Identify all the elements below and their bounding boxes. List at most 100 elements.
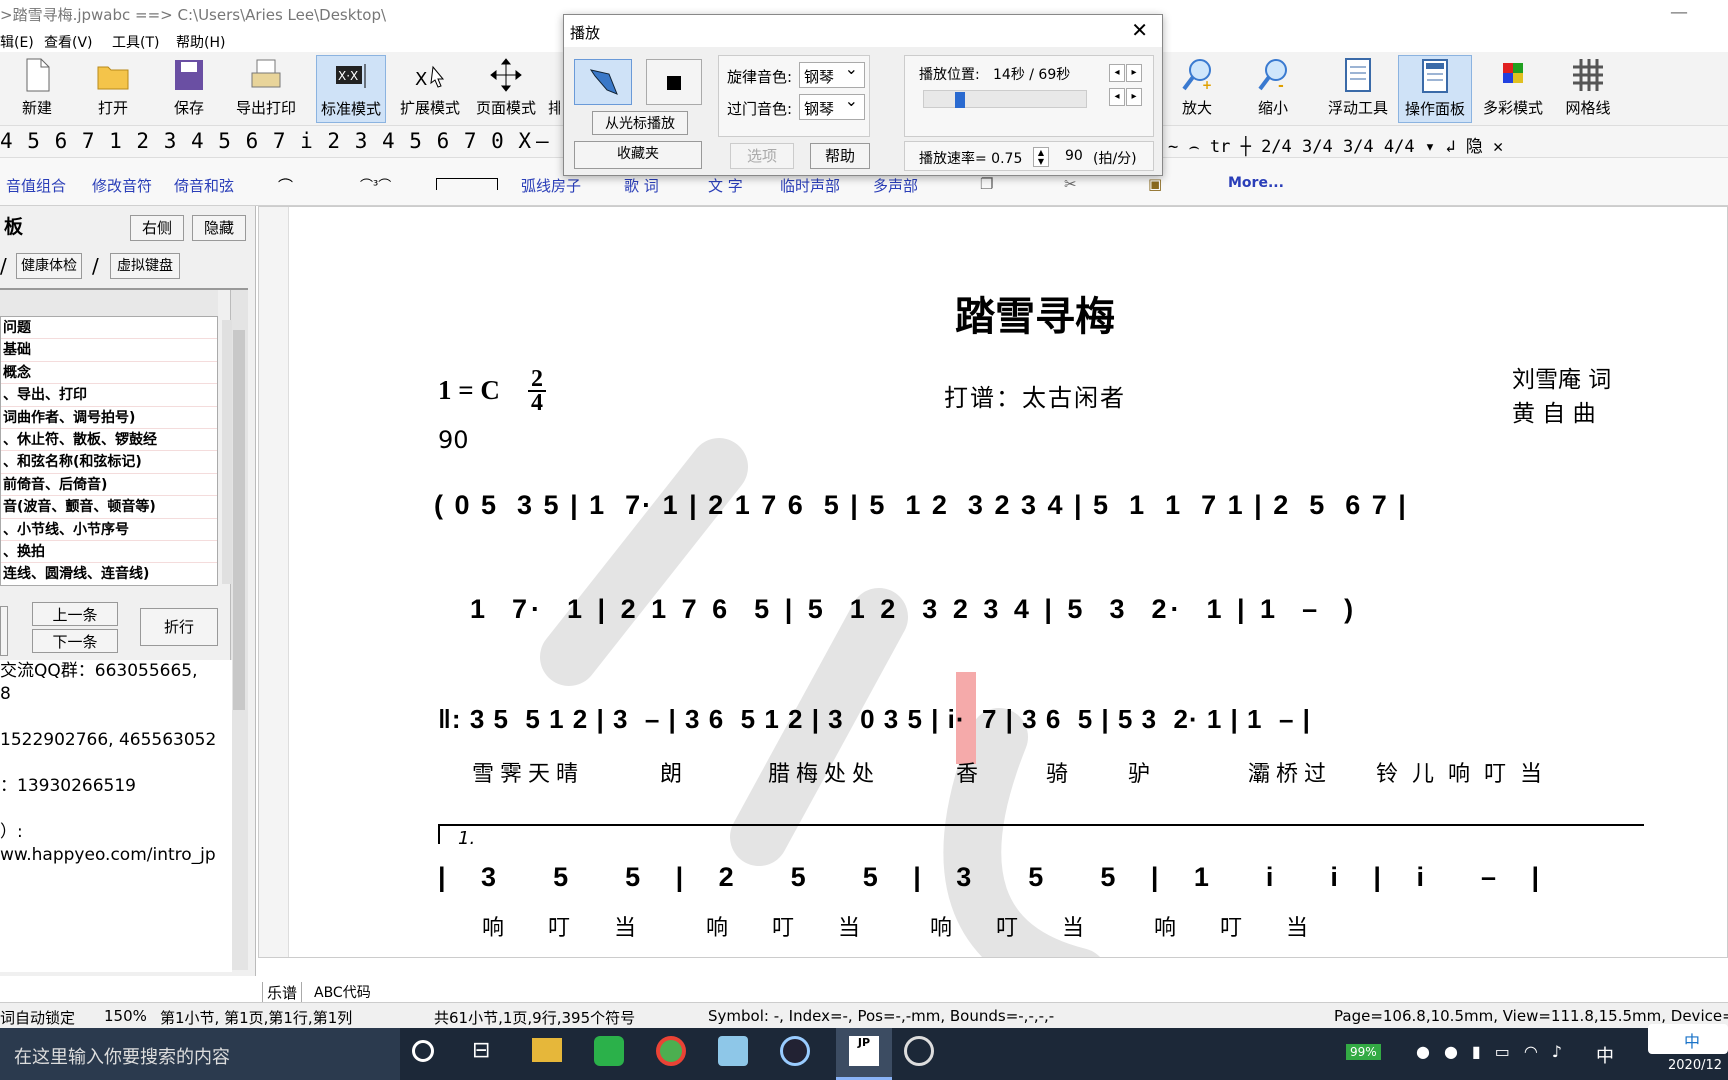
zoom-out-button[interactable]: - 缩小 [1236,55,1310,123]
prev-item-button[interactable]: 上一条 [32,602,118,626]
slur-shape-button[interactable]: ⌒ [278,175,293,196]
link-temp-voice[interactable]: 临时声部 [780,175,840,196]
position-slider[interactable] [923,90,1087,108]
help-topic-item[interactable]: 音(波音、颤音、顿音等) [1,496,217,519]
page-mode-button[interactable]: 页面模式 [472,55,540,123]
ifly-ime-bar[interactable]: 中 [1648,1024,1728,1054]
colorful-mode-button[interactable]: 多彩模式 [1478,55,1548,123]
new-button[interactable]: 新建 [6,55,68,123]
menu-view[interactable]: 查看(V) [44,32,93,52]
wechat-icon[interactable] [594,1036,624,1066]
close-icon[interactable]: ✕ [1131,18,1148,42]
help-topic-item[interactable]: 、导出、打印 [1,384,217,407]
standard-mode-button[interactable]: X·X 标准模式 [316,55,386,123]
symbol-buttons[interactable]: ~ ⌢ tr ┼ 2/4 3/4 3/4 4/4 ▾ ↲ 隐 ✕ [1168,132,1503,157]
link-grace-chord[interactable]: 倚音和弦 [174,175,234,196]
clock-date[interactable]: 2020/12 [1668,1058,1722,1073]
score-row-2[interactable]: 1 7· 1 | 2 1 7 6 5 | 5 1 2 3 2 3 4 | 5 3… [470,594,1357,625]
tab-score[interactable]: 乐谱 [262,982,303,1004]
note-buttons[interactable]: 4 5 6 7 1 2 3 4 5 6 7 i 2 3 4 5 6 7 0 X [0,129,532,153]
link-text[interactable]: 文 字 [708,175,743,196]
interlude-timbre-select[interactable]: 钢琴 [799,91,865,120]
link-combine[interactable]: 音值组合 [6,175,66,196]
grid-lines-button[interactable]: 网格线 [1556,55,1620,123]
export-print-button[interactable]: 导出打印 [232,55,300,123]
help-topic-item[interactable]: 概念 [1,362,217,385]
taskbar-search[interactable]: 在这里输入你要搜索的内容 [0,1028,400,1080]
jianpu-app-icon[interactable]: JP [836,1028,892,1080]
link-modify-note[interactable]: 修改音符 [92,175,152,196]
scrollbar-thumb[interactable] [233,330,245,710]
virtual-keyboard-button[interactable]: 虚拟键盘 [110,253,180,279]
melody-timbre-select[interactable]: 钢琴 [799,59,865,88]
favorites-button[interactable]: 收藏夹 [574,141,702,169]
operation-panel-button[interactable]: 操作面板 [1398,55,1472,123]
right-side-button[interactable]: 右侧 [130,215,184,241]
paste-icon[interactable]: ▣ [1148,175,1162,193]
help-topic-item[interactable]: 前倚音、后倚音) [1,474,217,497]
ime-indicator[interactable]: 中 [1596,1042,1614,1068]
slider-thumb[interactable] [954,92,965,108]
play-button[interactable] [574,59,632,105]
timbre-group: 旋律音色: 钢琴 过门音色: 钢琴 [718,55,870,137]
link-multi-voice[interactable]: 多声部 [873,175,918,196]
score-title: 踏雪寻梅 [955,293,1115,340]
obs-icon[interactable] [904,1036,934,1066]
play-from-cursor-button[interactable]: 从光标播放 [592,111,688,135]
save-button[interactable]: 保存 [158,55,220,123]
options-button[interactable]: 选项 [730,143,794,169]
triplet-shape-button[interactable]: ⌒³⌒ [360,175,391,194]
panel-scrollbar[interactable] [230,290,248,970]
open-button[interactable]: 打开 [80,55,146,123]
wrap-button[interactable]: 折行 [140,608,218,646]
dash-button[interactable]: – [536,129,549,153]
battery-indicator[interactable]: 99% [1346,1044,1381,1060]
zoom-in-button[interactable]: + 放大 [1160,55,1234,123]
cortana-icon[interactable] [412,1040,434,1062]
lyric: 叮 [1220,916,1243,941]
next-item-button[interactable]: 下一条 [32,629,118,653]
hide-panel-button[interactable]: 隐藏 [192,215,246,241]
app-icon[interactable] [718,1036,748,1066]
help-topic-item[interactable]: 、小节线、小节序号 [1,519,217,541]
task-view-icon[interactable]: ⊟ [472,1038,490,1063]
minimize-button[interactable]: — [1670,2,1688,23]
file-explorer-icon[interactable] [532,1038,562,1062]
link-more[interactable]: More... [1228,175,1284,191]
help-topic-item[interactable]: 、换拍 [1,541,217,564]
partial-toolbar-button[interactable]: 排 [548,55,560,123]
help-button[interactable]: 帮助 [810,143,870,169]
partial-button[interactable] [0,606,8,656]
speed-stepper[interactable]: ▲ ▼ [1033,147,1049,167]
help-topic-item[interactable]: 基础 [1,339,217,362]
volta-shape-button[interactable] [436,178,498,190]
media-player-icon[interactable] [780,1036,810,1066]
menu-help[interactable]: 帮助(H) [176,32,225,52]
position-right-arrow[interactable]: ▸ [1126,64,1142,82]
menu-edit[interactable]: 辑(E) [0,32,34,52]
link-curve[interactable]: 弧线房子 [521,175,581,196]
position-left-arrow-2[interactable]: ◂ [1109,88,1125,106]
tray-icons[interactable]: ●●▮▭◠♪ [1416,1042,1576,1061]
help-topic-item[interactable]: 、休止符、散板、锣鼓经 [1,429,217,452]
help-topic-item[interactable]: 连线、圆滑线、连音线) [1,563,217,585]
cut-icon[interactable]: ✂ [1064,175,1077,193]
score-row-1[interactable]: ( 0 5 3 5 | 1 7· 1 | 2 1 7 6 5 | 5 1 2 3… [434,490,1408,521]
tab-abc-code[interactable]: ABC代码 [314,982,371,1002]
browser-icon[interactable] [656,1036,686,1066]
help-topic-item[interactable]: 词曲作者、调号拍号) [1,407,217,429]
position-right-arrow-2[interactable]: ▸ [1126,88,1142,106]
score-row-4[interactable]: | 3 5 5 | 2 5 5 | 3 5 5 | 1 i i | i – | [438,862,1553,893]
health-check-button[interactable]: 健康体检 [16,253,82,279]
list-scrollbar[interactable] [222,320,232,584]
menu-tools[interactable]: 工具(T) [112,32,159,52]
help-topic-item[interactable]: 问题 [1,317,217,340]
score-row-3[interactable]: ‖: 3 5 5 1 2 | 3 – | 3 6 5 1 2 | 3 0 3 5… [438,704,1311,735]
link-lyrics[interactable]: 歌 词 [624,175,659,196]
help-topic-item[interactable]: 、和弦名称(和弦标记) [1,451,217,474]
copy-icon[interactable]: ❐ [980,175,993,193]
extended-mode-button[interactable]: X 扩展模式 [396,55,464,123]
position-left-arrow[interactable]: ◂ [1109,64,1125,82]
stop-button[interactable] [646,59,702,105]
floating-tools-button[interactable]: 浮动工具 [1322,55,1394,123]
